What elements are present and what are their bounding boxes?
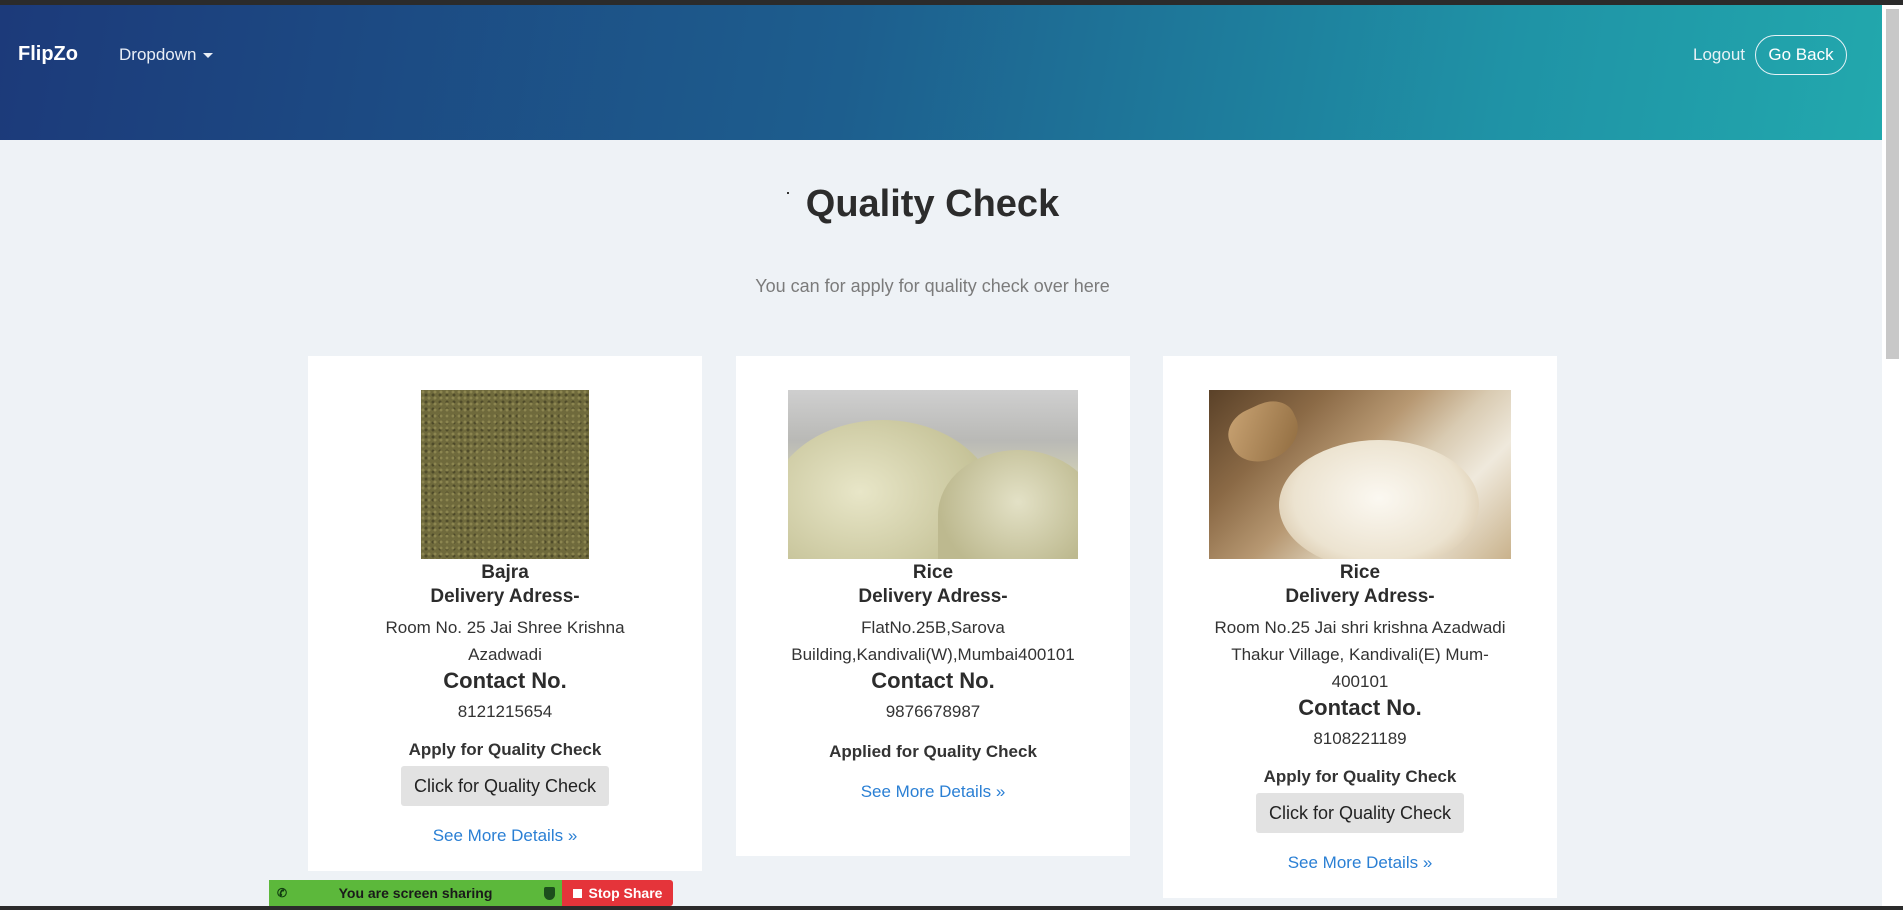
stop-share-label: Stop Share — [588, 885, 663, 901]
delivery-address: Room No.25 Jai shri krishna Azadwadi Tha… — [1214, 618, 1506, 691]
delivery-address: FlatNo.25B,Sarova Building,Kandivali(W),… — [791, 618, 1075, 664]
contact-label: Contact No. — [1298, 695, 1422, 720]
logout-link[interactable]: Logout — [1693, 45, 1745, 65]
delivery-address: Room No. 25 Jai Shree Krishna Azadwadi — [385, 618, 625, 664]
quality-check-button[interactable]: Click for Quality Check — [1255, 793, 1465, 833]
stop-share-button[interactable]: Stop Share — [562, 880, 673, 906]
quality-check-status: Apply for Quality Check — [1263, 767, 1457, 786]
rice-image — [788, 390, 1078, 559]
product-name: Rice — [912, 562, 954, 583]
rice-sack-image — [1209, 390, 1511, 559]
contact-label: Contact No. — [443, 668, 567, 693]
navbar: FlipZo Dropdown Logout Go Back — [0, 5, 1882, 140]
screen-share-bar[interactable]: ✆ You are screen sharing — [269, 880, 562, 906]
page-subtitle: You can for apply for quality check over… — [755, 276, 1110, 296]
caret-down-icon — [202, 53, 213, 59]
contact-number: 8121215654 — [457, 702, 553, 721]
product-name: Rice — [1339, 562, 1381, 583]
nav-dropdown-label: Dropdown — [119, 45, 197, 64]
quality-check-button[interactable]: Click for Quality Check — [400, 766, 610, 806]
wooden-scoop-shape — [1220, 392, 1308, 473]
quality-check-status: Applied for Quality Check — [829, 742, 1037, 761]
page-title: Quality Check — [805, 183, 1060, 225]
see-more-details-link[interactable]: See More Details » — [736, 782, 1130, 802]
rice-grain-shape — [1279, 440, 1479, 559]
quality-check-status: Apply for Quality Check — [408, 740, 602, 759]
contact-number: 8108221189 — [1313, 729, 1407, 748]
contact-label: Contact No. — [871, 668, 995, 693]
stop-icon — [572, 888, 582, 898]
brand-logo[interactable]: FlipZo — [18, 43, 78, 66]
phone-icon: ✆ — [276, 886, 288, 900]
delivery-address-label: Delivery Adress- — [1285, 586, 1435, 607]
shield-icon — [536, 880, 562, 906]
product-name: Bajra — [481, 562, 529, 583]
window-bottom-edge — [0, 906, 1903, 910]
see-more-details-link[interactable]: See More Details » — [1163, 853, 1557, 873]
product-card-bajra: Bajra Delivery Adress- Room No. 25 Jai S… — [308, 356, 702, 871]
see-more-details-link[interactable]: See More Details » — [308, 826, 702, 846]
delivery-address-label: Delivery Adress- — [858, 586, 1008, 607]
page-scrollbar[interactable] — [1882, 5, 1903, 910]
scrollbar-thumb[interactable] — [1886, 9, 1899, 359]
delivery-address-label: Delivery Adress- — [430, 586, 580, 607]
product-card-rice-2: Rice Delivery Adress- Room No.25 Jai shr… — [1163, 356, 1557, 898]
contact-number: 9876678987 — [885, 702, 981, 721]
nav-dropdown[interactable]: Dropdown — [119, 45, 213, 65]
screen-share-status: You are screen sharing — [338, 885, 493, 901]
go-back-button[interactable]: Go Back — [1755, 35, 1847, 75]
product-card-rice-1: Rice Delivery Adress- FlatNo.25B,Sarova … — [736, 356, 1130, 856]
bajra-image — [421, 390, 589, 559]
